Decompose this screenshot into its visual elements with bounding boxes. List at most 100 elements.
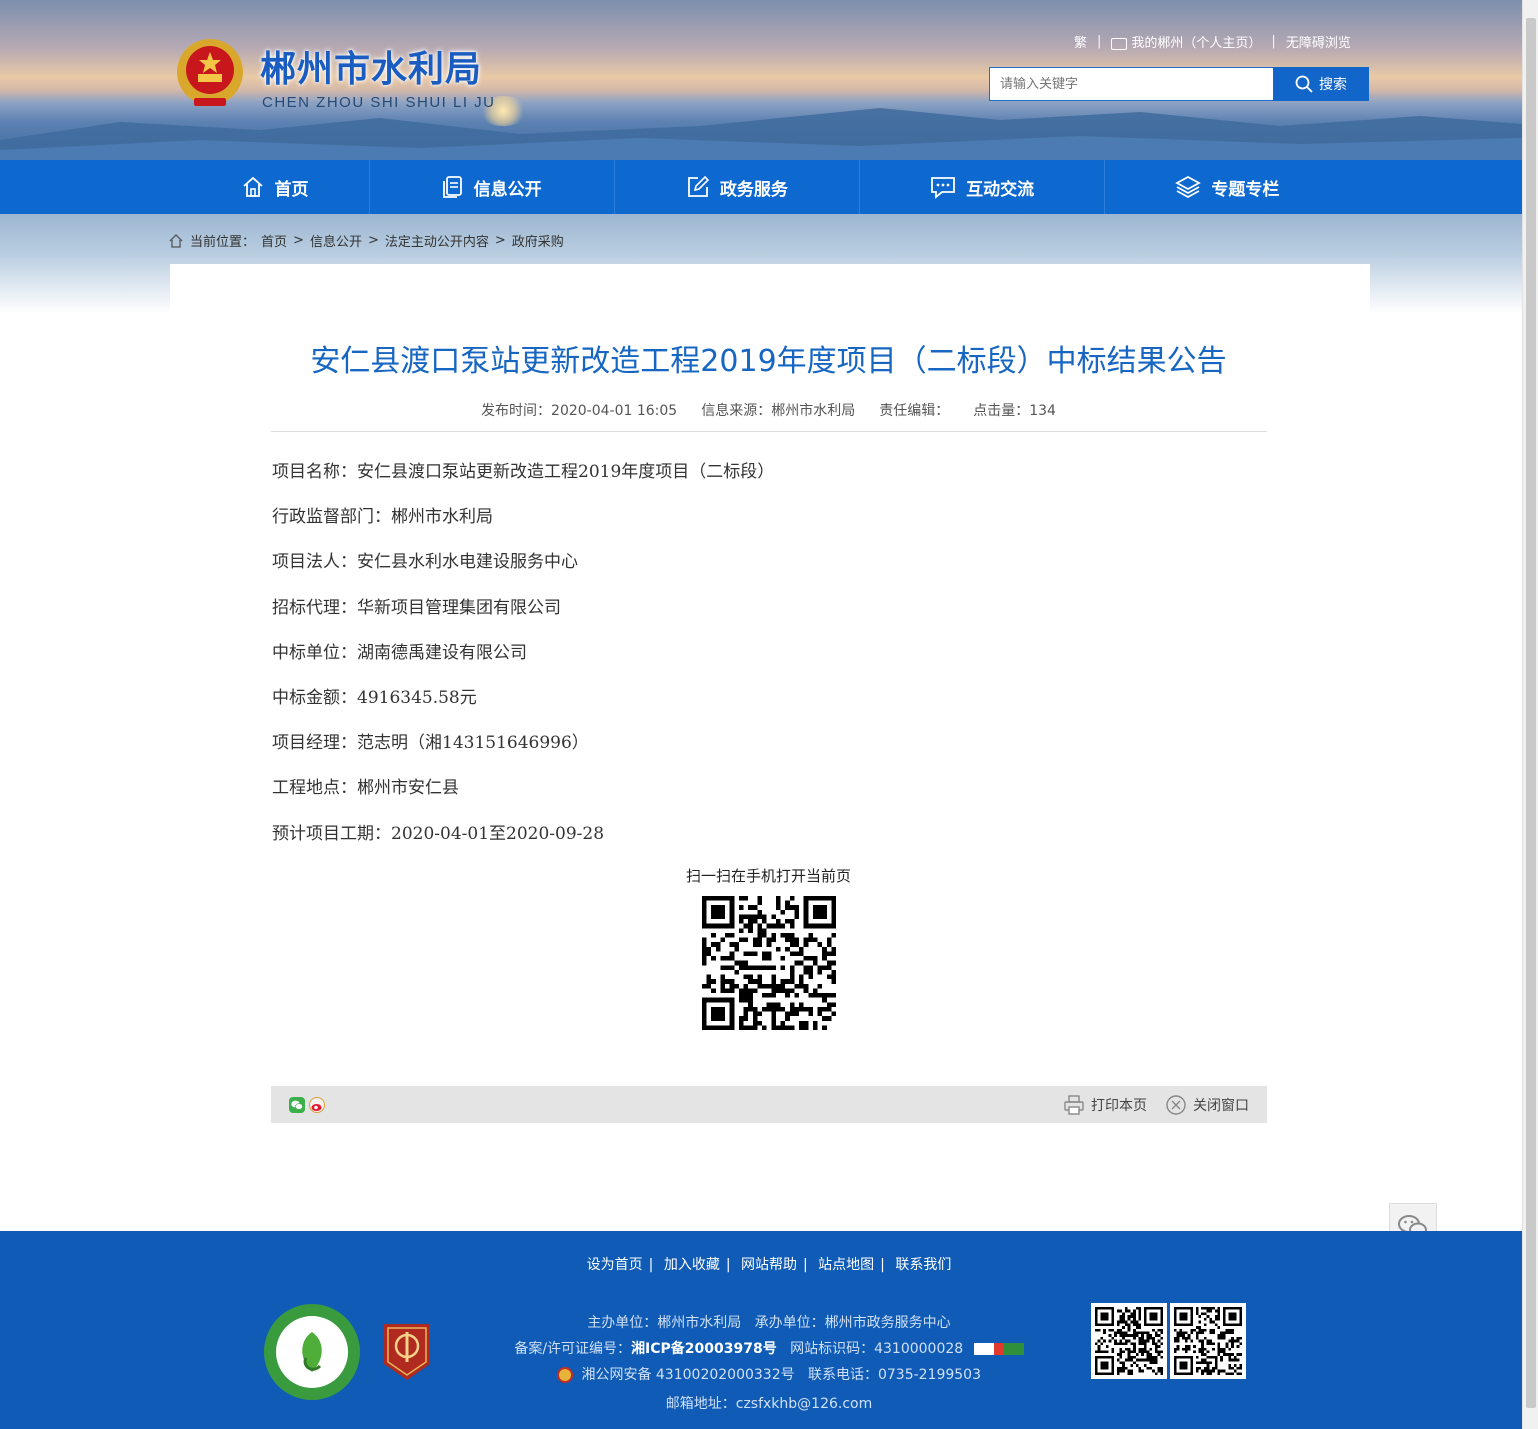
- close-window-button[interactable]: 关闭窗口: [1165, 1094, 1249, 1116]
- field-project-legal-person: 项目法人：安仁县水利水电建设服务中心: [272, 550, 1262, 595]
- footer-sponsor: 主办单位：郴州市水利局: [587, 1315, 742, 1331]
- info-source: 信息来源：郴州市水利局: [701, 403, 856, 419]
- home-icon: [242, 176, 263, 197]
- chat-icon: [931, 177, 956, 199]
- field-supervising-dept: 行政监督部门：郴州市水利局: [272, 505, 1262, 550]
- my-chenzhou-label: 我的郴州（个人主页）: [1131, 36, 1262, 51]
- accessible-browse-link[interactable]: 无障碍浏览: [1286, 32, 1351, 51]
- search-box: 搜索: [989, 67, 1369, 101]
- separator: |: [1271, 34, 1276, 49]
- footer-icp-label: 备案/许可证编号：: [514, 1341, 632, 1357]
- home-icon: [169, 233, 183, 248]
- search-input[interactable]: [989, 67, 1273, 101]
- main-nav: 首页 信息公开 政务服务 互动交流 专题专栏: [0, 160, 1522, 214]
- share-icons: [289, 1096, 325, 1113]
- breadcrumb: 当前位置： 首页 > 信息公开 > 法定主动公开内容 > 政府采购: [168, 231, 564, 250]
- divider: [271, 431, 1267, 432]
- field-value: 安仁县水利水电建设服务中心: [357, 552, 578, 573]
- footer-link-contact[interactable]: 联系我们: [895, 1257, 951, 1273]
- share-bar: 打印本页 关闭窗口: [271, 1086, 1267, 1123]
- search-button-label: 搜索: [1319, 77, 1347, 93]
- field-key: 行政监督部门：: [272, 507, 391, 528]
- field-winning-bidder: 中标单位：湖南德禹建设有限公司: [272, 641, 1262, 686]
- police-badge-icon: [557, 1367, 573, 1383]
- breadcrumb-separator: >: [367, 233, 379, 248]
- field-tender-agent: 招标代理：华新项目管理集团有限公司: [272, 596, 1262, 641]
- traditional-chinese-link[interactable]: 繁: [1074, 32, 1087, 51]
- breadcrumb-separator: >: [293, 233, 304, 248]
- document-icon: [442, 176, 462, 198]
- print-button[interactable]: 打印本页: [1063, 1094, 1147, 1116]
- footer-link-add-favorite[interactable]: 加入收藏: [664, 1257, 720, 1273]
- breadcrumb-item-procurement[interactable]: 政府采购: [512, 231, 564, 250]
- field-key: 项目名称：: [272, 462, 357, 482]
- nav-item-gov-service[interactable]: 政务服务: [615, 160, 860, 214]
- breadcrumb-separator: >: [494, 233, 506, 248]
- responsible-editor: 责任编辑：: [879, 403, 950, 419]
- scrollbar-thumb[interactable]: [1526, 18, 1536, 1408]
- footer-police[interactable]: 湘公网安备 43100202000332号: [581, 1367, 794, 1383]
- field-winning-amount: 中标金额：4916345.58元: [272, 686, 1262, 731]
- article-body: 项目名称：安仁县渡口泵站更新改造工程2019年度项目（二标段） 行政监督部门：郴…: [272, 460, 1262, 867]
- nav-item-home[interactable]: 首页: [170, 160, 370, 214]
- field-value: 2020-04-01至2020-09-28: [391, 823, 605, 844]
- publish-time: 发布时间：2020-04-01 16:05: [481, 403, 678, 419]
- footer-link-help[interactable]: 网站帮助: [741, 1257, 797, 1273]
- field-value: 安仁县渡口泵站更新改造工程2019年度项目（二标段）: [357, 462, 775, 482]
- footer-organizer: 承办单位：郴州市政务服务中心: [754, 1315, 951, 1331]
- cnzz-icon: [973, 1343, 1024, 1355]
- page-tools: 打印本页 关闭窗口: [1063, 1094, 1249, 1116]
- nav-item-info-public[interactable]: 信息公开: [370, 160, 615, 214]
- close-icon: [1166, 1094, 1186, 1115]
- nav-item-label: 专题专栏: [1211, 179, 1280, 200]
- top-links: 繁 | 我的郴州（个人主页） | 无障碍浏览: [1074, 32, 1351, 51]
- page-qr-code: [702, 896, 836, 1030]
- click-count: 点击量：134: [973, 403, 1056, 419]
- field-key: 项目经理：: [272, 733, 357, 754]
- monitor-icon: [1111, 37, 1128, 50]
- breadcrumb-item-info-public[interactable]: 信息公开: [310, 231, 362, 250]
- qr-caption: 扫一扫在手机打开当前页: [685, 867, 851, 885]
- field-key: 项目法人：: [272, 552, 357, 573]
- footer-email-line: 邮箱地址：czsfxkhb@126.com: [0, 1393, 1538, 1413]
- field-project-manager: 项目经理：范志明（湘143151646996）: [272, 731, 1262, 776]
- search-icon: [1295, 75, 1313, 93]
- nav-item-interaction[interactable]: 互动交流: [860, 160, 1106, 214]
- footer-link-sitemap[interactable]: 站点地图: [818, 1257, 874, 1273]
- footer-icp-link[interactable]: 湘ICP备20003978号: [631, 1341, 777, 1357]
- field-value: 湖南德禹建设有限公司: [357, 642, 527, 663]
- footer-qr-code-2: [1170, 1303, 1246, 1379]
- nav-item-special-topics[interactable]: 专题专栏: [1105, 160, 1349, 214]
- field-key: 中标单位：: [272, 642, 357, 663]
- my-chenzhou-link[interactable]: 我的郴州（个人主页）: [1111, 32, 1261, 51]
- print-label: 打印本页: [1091, 1097, 1147, 1114]
- breadcrumb-item-home[interactable]: 首页: [261, 231, 287, 250]
- field-key: 中标金额：: [272, 687, 357, 708]
- weibo-icon[interactable]: [309, 1096, 325, 1113]
- article-meta: 发布时间：2020-04-01 16:05 信息来源：郴州市水利局 责任编辑： …: [270, 400, 1267, 420]
- national-emblem-icon: [177, 39, 243, 106]
- wechat-icon[interactable]: [289, 1096, 305, 1113]
- site-subtitle: CHEN ZHOU SHI SHUI LI JU: [262, 94, 496, 111]
- page: 郴州市水利局 CHEN ZHOU SHI SHUI LI JU 繁 | 我的郴州…: [0, 0, 1538, 1429]
- footer-qr-code-1: [1091, 1303, 1167, 1379]
- breadcrumb-item-statutory[interactable]: 法定主动公开内容: [385, 231, 489, 250]
- field-value: 4916345.58元: [357, 687, 477, 708]
- footer-sponsor-line: 主办单位：郴州市水利局 承办单位：郴州市政务服务中心: [0, 1312, 1538, 1332]
- layers-icon: [1175, 175, 1202, 199]
- nav-item-label: 政务服务: [719, 179, 788, 200]
- header-banner: 郴州市水利局 CHEN ZHOU SHI SHUI LI JU 繁 | 我的郴州…: [0, 0, 1522, 160]
- site-title: 郴州市水利局: [260, 49, 483, 90]
- footer-links: 设为首页 | 加入收藏 | 网站帮助 | 站点地图 | 联系我们: [586, 1257, 952, 1273]
- field-value: 华新项目管理集团有限公司: [357, 597, 561, 618]
- search-button[interactable]: 搜索: [1273, 67, 1369, 101]
- footer-link-set-homepage[interactable]: 设为首页: [587, 1257, 643, 1273]
- field-value: 郴州市水利局: [391, 507, 493, 528]
- scrollbar[interactable]: [1522, 0, 1538, 1429]
- printer-icon: [1064, 1094, 1084, 1115]
- footer-phone: 联系电话：0735-2199503: [807, 1367, 981, 1383]
- field-key: 招标代理：: [272, 597, 357, 618]
- footer-police-line: 湘公网安备 43100202000332号 联系电话：0735-2199503: [0, 1364, 1538, 1384]
- field-project-period: 预计项目工期：2020-04-01至2020-09-28: [272, 822, 1262, 867]
- footer-icp-line: 备案/许可证编号：湘ICP备20003978号 网站标识码：4310000028: [0, 1338, 1538, 1358]
